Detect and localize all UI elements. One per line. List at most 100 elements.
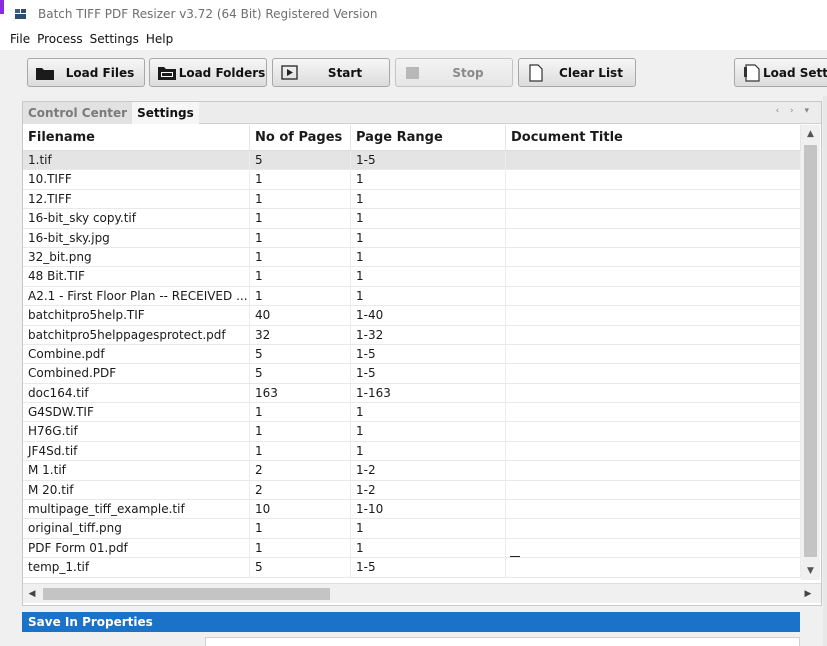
table-row[interactable]: batchitpro5help.TIF 40 1-40: [23, 306, 801, 326]
cell-page-range: 1: [351, 403, 506, 422]
table-row[interactable]: batchitpro5helppagesprotect.pdf 32 1-32: [23, 325, 801, 345]
horizontal-scroll-thumb[interactable]: [43, 588, 330, 600]
vertical-scroll-thumb[interactable]: [804, 145, 817, 557]
table-row[interactable]: PDF Form 01.pdf 1 1: [23, 538, 801, 559]
scroll-up-icon[interactable]: ▲: [801, 125, 820, 143]
column-filename[interactable]: Filename: [23, 125, 250, 150]
window-title: Batch TIFF PDF Resizer v3.72 (64 Bit) Re…: [38, 7, 378, 21]
cell-page-range: 1: [351, 538, 506, 558]
menu-settings[interactable]: Settings: [90, 32, 139, 46]
cell-page-range: 1: [351, 170, 506, 189]
cell-no-of-pages: 2: [250, 480, 351, 500]
file-list-panel: Control Center Settings ‹ › ▾ Filename N…: [22, 101, 822, 606]
menu-help[interactable]: Help: [146, 32, 173, 46]
table-row[interactable]: 10.TIFF 1 1: [23, 170, 801, 190]
table-row[interactable]: M 1.tif 2 1-2: [23, 461, 801, 481]
cell-filename: Combined.PDF: [23, 364, 250, 383]
cell-document-title: [506, 306, 801, 325]
load-folders-button[interactable]: Load Folders: [149, 58, 267, 87]
cell-filename: multipage_tiff_example.tif: [23, 500, 250, 519]
clear-list-button[interactable]: Clear List: [518, 58, 636, 87]
title-bar: Batch TIFF PDF Resizer v3.72 (64 Bit) Re…: [0, 0, 827, 28]
start-button[interactable]: Start: [272, 58, 390, 87]
cell-filename: 48 Bit.TIF: [23, 267, 250, 286]
cell-no-of-pages: 1: [250, 170, 351, 189]
column-page-range[interactable]: Page Range: [351, 125, 506, 150]
cell-no-of-pages: 10: [250, 500, 351, 519]
file-table: Filename No of Pages Page Range Document…: [23, 125, 801, 580]
cell-no-of-pages: 1: [250, 441, 351, 461]
cell-no-of-pages: 1: [250, 519, 351, 538]
table-header: Filename No of Pages Page Range Document…: [23, 125, 801, 151]
table-row[interactable]: Combine.pdf 5 1-5: [23, 344, 801, 365]
window-edge: [823, 96, 827, 646]
scroll-right-icon[interactable]: ▶: [799, 584, 817, 604]
window-accent: [0, 0, 4, 14]
load-files-button[interactable]: Load Files: [27, 58, 145, 87]
tab-strip: Control Center Settings ‹ › ▾: [23, 101, 821, 124]
blank-page-icon: [525, 63, 547, 82]
stop-label: Stop: [452, 65, 484, 80]
load-settings-button[interactable]: Load Sett: [734, 58, 827, 87]
cell-document-title: [506, 209, 801, 228]
cell-page-range: 1: [351, 422, 506, 441]
table-row[interactable]: 48 Bit.TIF 1 1: [23, 267, 801, 287]
horizontal-scrollbar[interactable]: ◀ ▶: [23, 583, 821, 603]
table-row[interactable]: Combined.PDF 5 1-5: [23, 364, 801, 384]
table-row[interactable]: 1.tif 5 1-5: [23, 151, 801, 171]
table-row[interactable]: 32_bit.png 1 1: [23, 247, 801, 268]
clear-list-label: Clear List: [559, 65, 623, 80]
table-row[interactable]: 16-bit_sky copy.tif 1 1: [23, 209, 801, 229]
table-row[interactable]: doc164.tif 163 1-163: [23, 383, 801, 404]
cell-page-range: 1-5: [351, 364, 506, 383]
table-row[interactable]: H76G.tif 1 1: [23, 422, 801, 442]
tab-scroll-arrows[interactable]: ‹ › ▾: [776, 106, 813, 116]
cell-filename: Combine.pdf: [23, 344, 250, 364]
scroll-left-icon[interactable]: ◀: [23, 584, 41, 604]
column-no-of-pages[interactable]: No of Pages: [250, 125, 351, 150]
cell-page-range: 1-10: [351, 500, 506, 519]
column-document-title[interactable]: Document Title: [506, 125, 801, 150]
cell-filename: 12.TIFF: [23, 189, 250, 209]
cell-no-of-pages: 5: [250, 344, 351, 364]
cell-document-title: [506, 247, 801, 267]
stop-icon: [402, 64, 424, 82]
cell-page-range: 1: [351, 519, 506, 538]
stop-button[interactable]: Stop: [395, 58, 513, 87]
cell-filename: doc164.tif: [23, 383, 250, 403]
cell-page-range: 1: [351, 247, 506, 267]
save-in-properties-bar[interactable]: Save In Properties: [22, 612, 800, 632]
cell-no-of-pages: 5: [250, 558, 351, 577]
cell-filename: batchitpro5helppagesprotect.pdf: [23, 325, 250, 344]
table-row[interactable]: original_tiff.png 1 1: [23, 519, 801, 539]
cell-page-range: 1: [351, 209, 506, 228]
tab-control-center[interactable]: Control Center: [23, 101, 133, 124]
cell-no-of-pages: 5: [250, 364, 351, 383]
table-row[interactable]: M 20.tif 2 1-2: [23, 480, 801, 501]
cell-filename: JF4Sd.tif: [23, 441, 250, 461]
table-row[interactable]: A2.1 - First Floor Plan -- RECEIVED ... 1…: [23, 286, 801, 307]
cell-no-of-pages: 163: [250, 383, 351, 403]
folder-icon: [34, 64, 56, 82]
cell-document-title: [506, 286, 801, 306]
cell-document-title: [506, 441, 801, 461]
cell-page-range: 1: [351, 189, 506, 209]
cell-no-of-pages: 1: [250, 403, 351, 422]
cell-filename: H76G.tif: [23, 422, 250, 441]
table-row[interactable]: 12.TIFF 1 1: [23, 189, 801, 210]
scroll-down-icon[interactable]: ▼: [801, 562, 820, 580]
table-row[interactable]: multipage_tiff_example.tif 10 1-10: [23, 500, 801, 520]
start-label: Start: [327, 65, 363, 80]
cell-filename: original_tiff.png: [23, 519, 250, 538]
table-row[interactable]: temp_1.tif 5 1-5: [23, 558, 801, 578]
table-body: 1.tif 5 1-5 10.TIFF 1 1 12.TIFF 1 1 16-bit_sky co…: [23, 151, 801, 578]
table-row[interactable]: JF4Sd.tif 1 1: [23, 441, 801, 462]
cell-filename: M 20.tif: [23, 480, 250, 500]
vertical-scrollbar[interactable]: ▲ ▼: [801, 125, 820, 580]
menu-file[interactable]: File: [10, 32, 30, 46]
table-row[interactable]: 16-bit_sky.jpg 1 1: [23, 228, 801, 248]
tab-settings[interactable]: Settings: [132, 101, 199, 124]
menu-process[interactable]: Process: [37, 32, 83, 46]
properties-field[interactable]: [205, 637, 800, 646]
table-row[interactable]: G4SDW.TIF 1 1: [23, 403, 801, 423]
